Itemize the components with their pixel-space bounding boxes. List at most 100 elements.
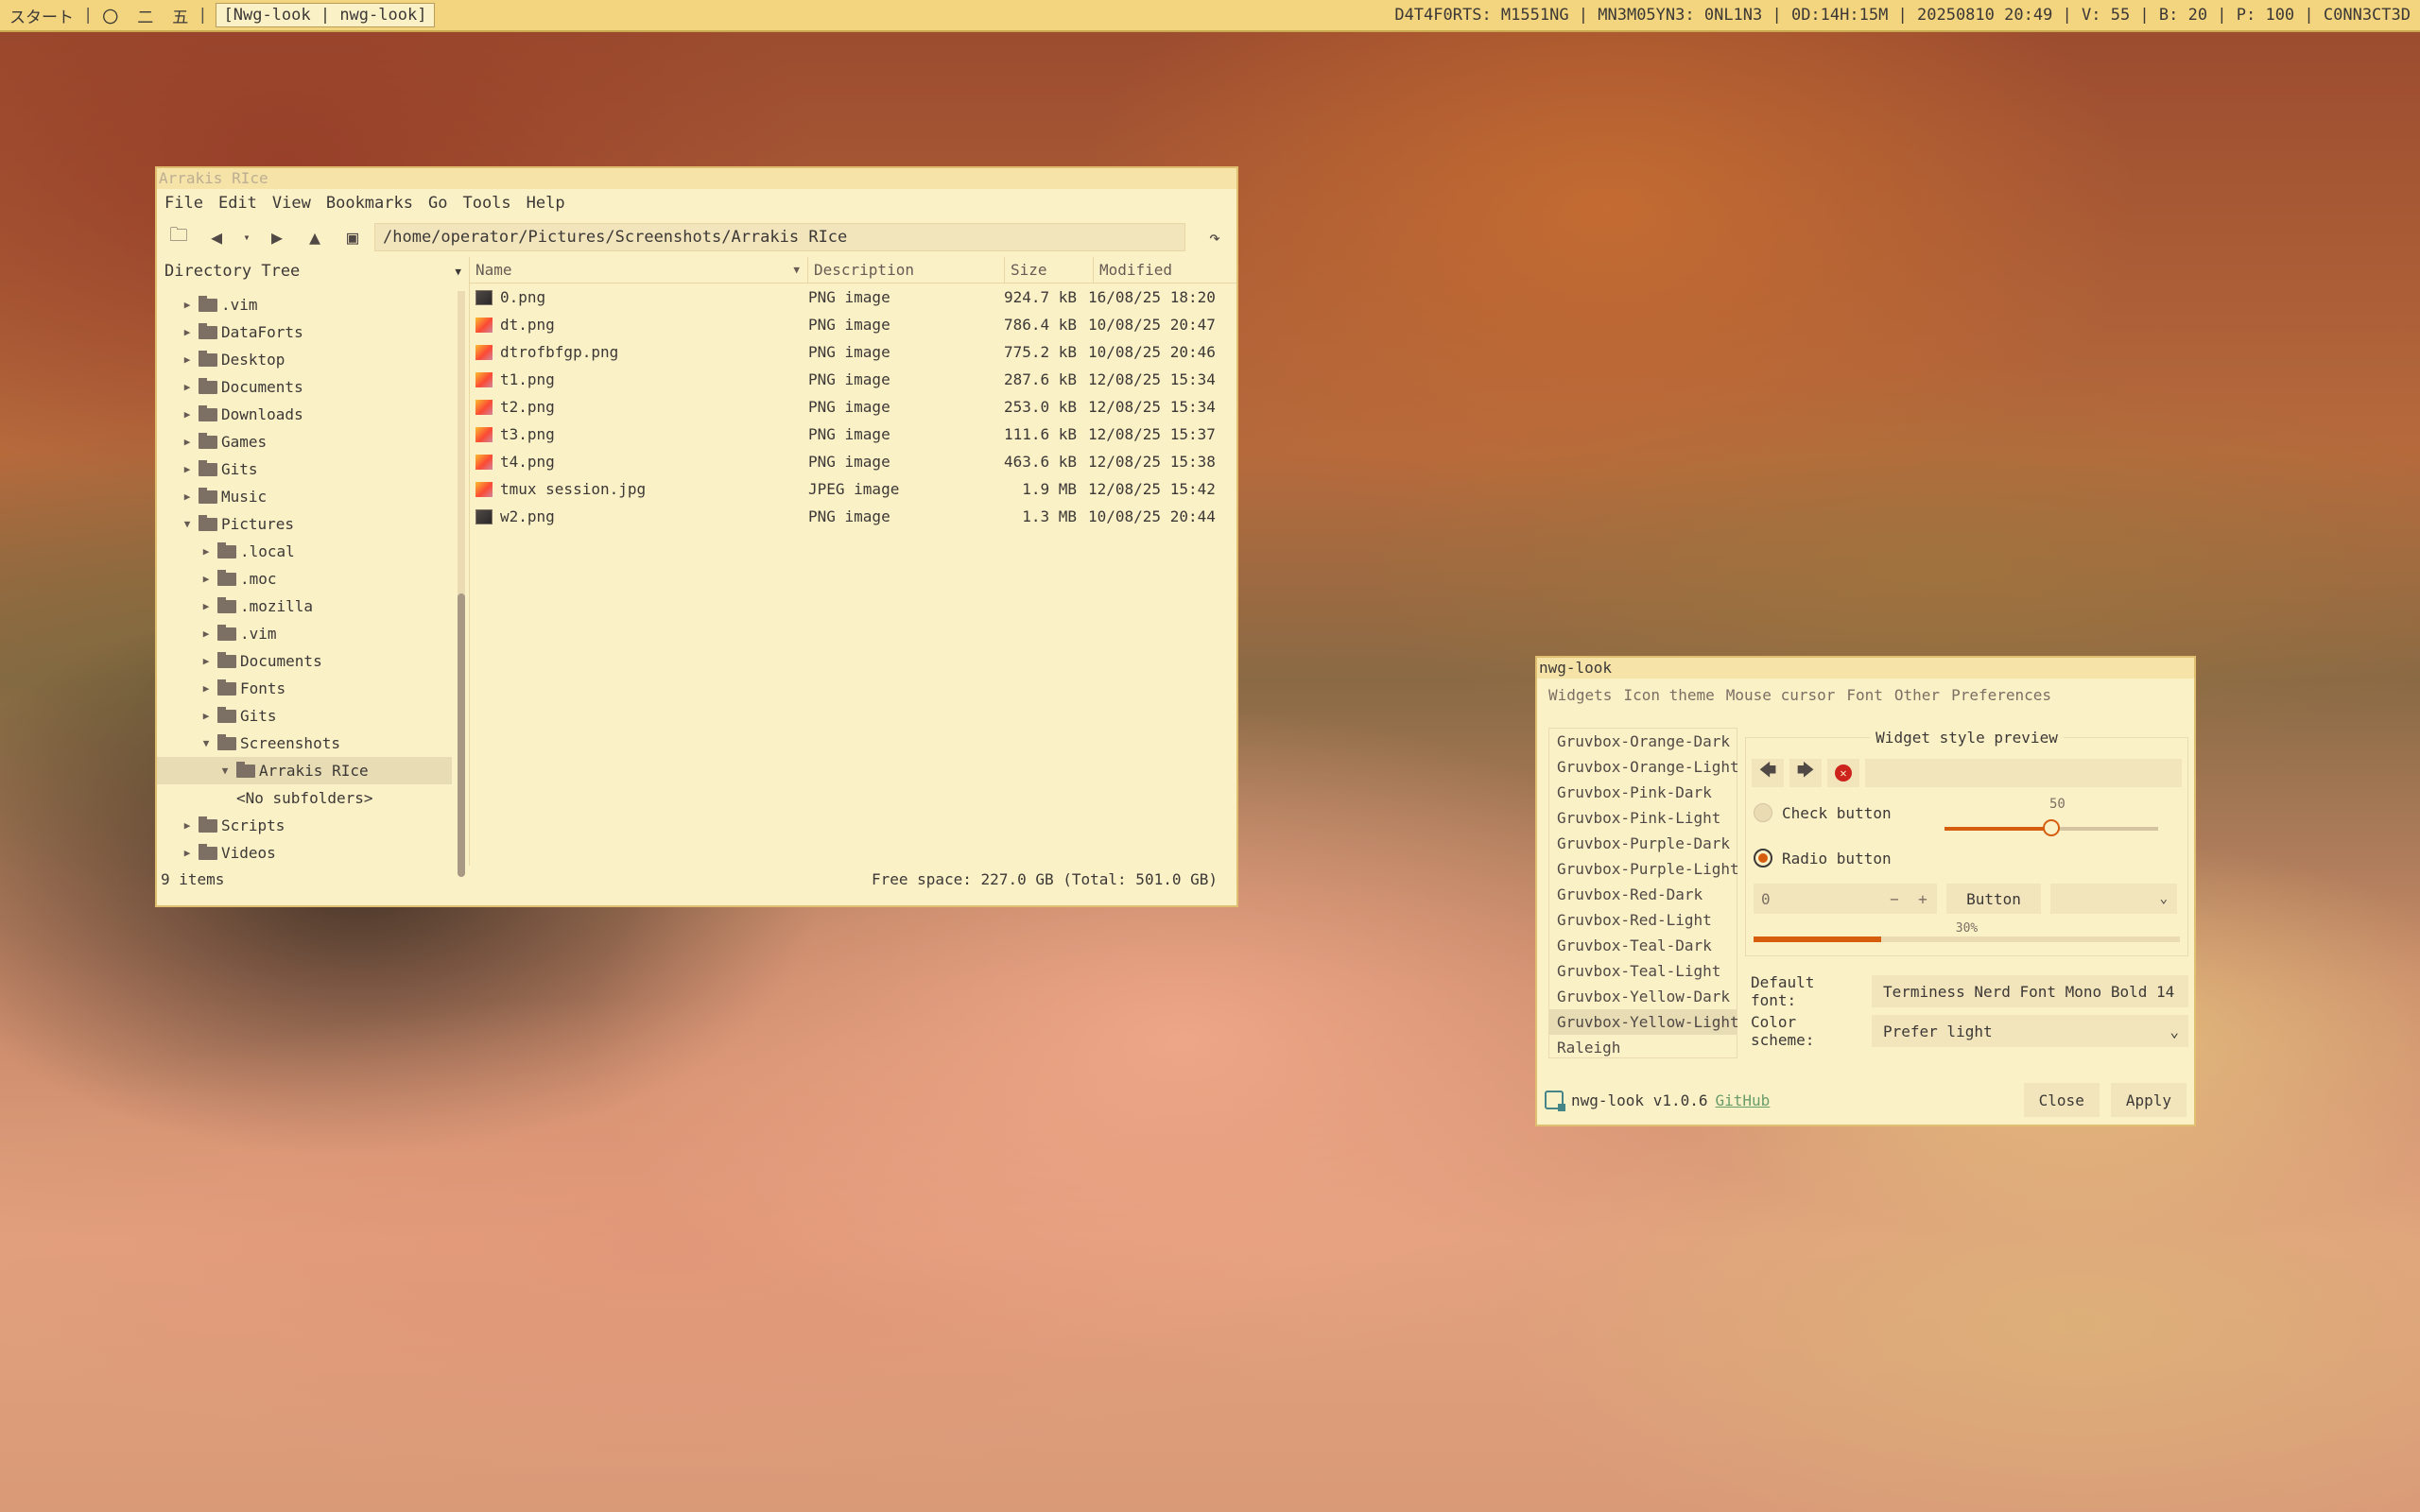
expander-closed-icon[interactable]: ▶ [180, 819, 195, 832]
theme-list-item[interactable]: Gruvbox-Teal-Dark [1549, 933, 1737, 958]
start-button[interactable]: スタート [0, 4, 83, 27]
file-row[interactable]: t2.png PNG image 253.0 kB 12/08/25 15:34 [470, 393, 1236, 421]
file-name-cell[interactable]: t3.png [470, 425, 803, 443]
theme-list-item[interactable]: Gruvbox-Purple-Light [1549, 856, 1739, 882]
clear-button[interactable]: ✕ [1827, 759, 1859, 787]
theme-list-item[interactable]: Gruvbox-Pink-Light [1549, 805, 1737, 831]
preview-button[interactable]: Button [1946, 884, 2041, 914]
file-row[interactable]: t1.png PNG image 287.6 kB 12/08/25 15:34 [470, 366, 1236, 393]
tab-preferences[interactable]: Preferences [1945, 686, 2057, 704]
tree-item[interactable]: <No subfolders> [157, 784, 452, 812]
theme-list-item[interactable]: Gruvbox-Yellow-Light [1549, 1009, 1739, 1035]
file-row[interactable]: dtrofbfgp.png PNG image 775.2 kB 10/08/25 2… [470, 338, 1236, 366]
spin-decrement[interactable]: − [1880, 890, 1909, 908]
preview-combo[interactable]: ⌄ [2050, 884, 2177, 914]
tree-item[interactable]: ▼ Pictures [157, 510, 452, 538]
menu-item-edit[interactable]: Edit [211, 194, 265, 213]
preview-entry[interactable] [1865, 759, 2182, 787]
tree-item[interactable]: ▶ Desktop [157, 346, 452, 373]
tab-widgets[interactable]: Widgets [1543, 686, 1617, 704]
preview-slider[interactable] [1945, 819, 2158, 836]
history-dropdown-icon[interactable]: ▾ [238, 223, 255, 251]
tree-item[interactable]: ▶ Fonts [157, 675, 452, 702]
menu-item-help[interactable]: Help [519, 194, 573, 213]
window-title[interactable]: nwg-look [1537, 658, 2194, 679]
tab-other[interactable]: Other [1889, 686, 1945, 704]
file-name-cell[interactable]: t4.png [470, 453, 803, 471]
right-arrow-icon[interactable]: 🡆 [1789, 759, 1822, 787]
menu-item-tools[interactable]: Tools [455, 194, 518, 213]
column-description[interactable]: Description [808, 257, 1005, 283]
font-chooser-button[interactable]: Terminess Nerd Font Mono Bold 14 [1872, 975, 2188, 1007]
expander-closed-icon[interactable]: ▶ [180, 408, 195, 421]
theme-list-item[interactable]: Gruvbox-Teal-Light [1549, 958, 1737, 984]
file-name-cell[interactable]: t2.png [470, 398, 803, 416]
column-size[interactable]: Size [1005, 257, 1094, 283]
color-scheme-dropdown[interactable]: Prefer light ⌄ [1872, 1015, 2188, 1047]
spin-value[interactable]: 0 [1761, 890, 1880, 908]
theme-list-item[interactable]: Gruvbox-Orange-Dark [1549, 729, 1737, 754]
theme-list-item[interactable]: Gruvbox-Red-Dark [1549, 882, 1737, 907]
expander-closed-icon[interactable]: ▶ [180, 847, 195, 859]
expander-closed-icon[interactable]: ▶ [199, 655, 214, 667]
theme-list-item[interactable]: Gruvbox-Red-Light [1549, 907, 1737, 933]
workspace-2[interactable]: 二 [128, 4, 163, 27]
left-arrow-icon[interactable]: 🡄 [1752, 759, 1784, 787]
tree-item[interactable]: ▶ Music [157, 483, 452, 510]
workspace-3[interactable]: 五 [163, 4, 198, 27]
tree-item[interactable]: ▶ .moc [157, 565, 452, 593]
expander-closed-icon[interactable]: ▶ [180, 381, 195, 393]
expander-closed-icon[interactable]: ▶ [180, 463, 195, 475]
file-name-cell[interactable]: dtrofbfgp.png [470, 343, 803, 361]
theme-list-item[interactable]: Gruvbox-Orange-Light [1549, 754, 1739, 780]
home-folder-icon[interactable]: ▣ [337, 223, 369, 251]
tree-item[interactable]: ▼ Arrakis RIce [157, 757, 452, 784]
theme-list-item[interactable]: Gruvbox-Yellow-Dark [1549, 984, 1737, 1009]
expander-open-icon[interactable]: ▼ [217, 765, 233, 777]
expander-closed-icon[interactable]: ▶ [199, 573, 214, 585]
check-button[interactable]: Check button [1754, 799, 1892, 827]
tree-item[interactable]: ▶ .vim [157, 620, 452, 647]
menu-item-view[interactable]: View [265, 194, 319, 213]
tree-scrollbar[interactable] [458, 291, 465, 877]
back-arrow-icon[interactable]: ◀ [200, 223, 233, 251]
column-name[interactable]: Name ▼ [470, 257, 808, 283]
menu-item-go[interactable]: Go [421, 194, 455, 213]
scroll-thumb[interactable] [458, 593, 465, 877]
expander-closed-icon[interactable]: ▶ [199, 710, 214, 722]
workspace-1[interactable]: 〇 [93, 4, 128, 27]
up-arrow-icon[interactable]: ▲ [299, 223, 331, 251]
tree-item[interactable]: ▼ Screenshots [157, 730, 452, 757]
location-bar[interactable]: /home/operator/Pictures/Screenshots/Arra… [374, 223, 1185, 251]
apply-button[interactable]: Apply [2110, 1083, 2187, 1117]
forward-arrow-icon[interactable]: ▶ [261, 223, 293, 251]
file-row[interactable]: 0.png PNG image 924.7 kB 16/08/25 18:20 [470, 284, 1236, 311]
go-icon[interactable]: ↷ [1199, 223, 1231, 251]
file-name-cell[interactable]: t1.png [470, 370, 803, 388]
file-row[interactable]: tmux session.jpg JPEG image 1.9 MB 12/08/25… [470, 475, 1236, 503]
expander-open-icon[interactable]: ▼ [180, 518, 195, 530]
expander-closed-icon[interactable]: ▶ [180, 299, 195, 311]
column-modified[interactable]: Modified [1094, 257, 1236, 283]
tree-item[interactable]: ▶ Scripts [157, 812, 452, 839]
expander-closed-icon[interactable]: ▶ [180, 436, 195, 448]
theme-list-item[interactable]: Raleigh [1549, 1035, 1737, 1060]
tree-item[interactable]: ▶ Downloads [157, 401, 452, 428]
tree-item[interactable]: ▶ .mozilla [157, 593, 452, 620]
file-name-cell[interactable]: dt.png [470, 316, 803, 334]
expander-open-icon[interactable]: ▼ [199, 737, 214, 749]
tab-icon-theme[interactable]: Icon theme [1617, 686, 1720, 704]
tree-item[interactable]: ▶ Games [157, 428, 452, 455]
tree-item[interactable]: ▶ .vim [157, 291, 452, 318]
tree-item[interactable]: ▶ Gits [157, 455, 452, 483]
file-row[interactable]: dt.png PNG image 786.4 kB 10/08/25 20:47 [470, 311, 1236, 338]
tree-item[interactable]: ▶ Documents [157, 647, 452, 675]
slider-knob[interactable] [2043, 819, 2060, 836]
close-button[interactable]: Close [2023, 1083, 2100, 1117]
file-name-cell[interactable]: 0.png [470, 288, 803, 306]
menu-item-file[interactable]: File [157, 194, 211, 213]
expander-closed-icon[interactable]: ▶ [199, 627, 214, 640]
file-row[interactable]: t3.png PNG image 111.6 kB 12/08/25 15:37 [470, 421, 1236, 448]
expander-closed-icon[interactable]: ▶ [199, 682, 214, 695]
tree-item[interactable]: ▶ Documents [157, 373, 452, 401]
